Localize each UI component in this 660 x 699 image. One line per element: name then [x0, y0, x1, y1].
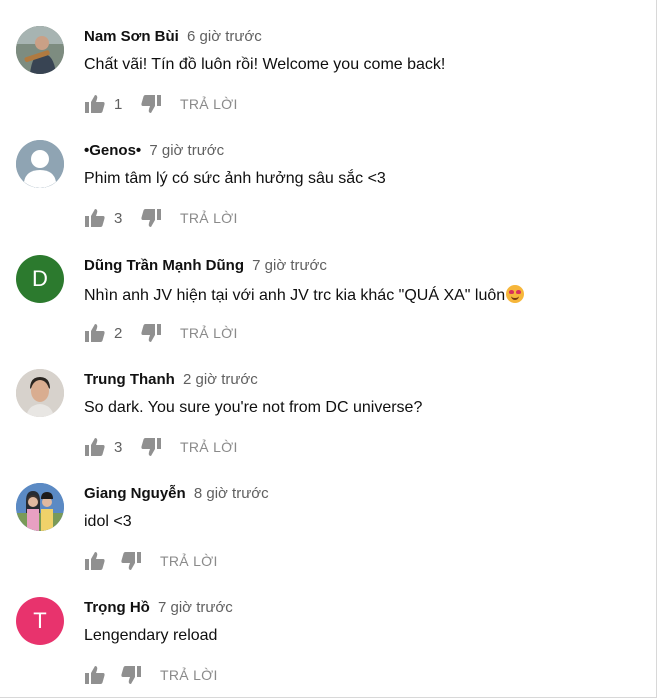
comment-item: T Trọng Hồ 7 giờ trước Lengendary reload…	[0, 597, 640, 697]
avatar-letter: T	[33, 608, 47, 633]
like-button[interactable]	[84, 93, 106, 115]
comment-actions: TRẢ LỜI	[84, 549, 218, 573]
thumbs-up-icon	[85, 438, 105, 456]
comment-text-content: Nhìn anh JV hiện tại với anh JV trc kia …	[84, 287, 506, 304]
comment-text: Nhìn anh JV hiện tại với anh JV trc kia …	[84, 285, 525, 305]
comment-item: Nam Sơn Bùi 6 giờ trước Chất vãi! Tín đồ…	[0, 26, 640, 126]
comment-header: Dũng Trần Mạnh Dũng 7 giờ trước	[84, 257, 327, 274]
comment-header: Trọng Hồ 7 giờ trước	[84, 599, 233, 616]
like-button[interactable]	[84, 664, 106, 686]
comment-text: idol <3	[84, 513, 132, 530]
thumbs-up-icon	[85, 324, 105, 342]
comment-header: Giang Nguyễn 8 giờ trước	[84, 485, 269, 502]
reply-button[interactable]: TRẢ LỜI	[180, 210, 238, 226]
thumbs-down-icon	[141, 95, 161, 113]
comment-time[interactable]: 2 giờ trước	[183, 371, 258, 388]
comment-actions: 3 TRẢ LỜI	[84, 435, 238, 459]
comment-header: Nam Sơn Bùi 6 giờ trước	[84, 28, 262, 45]
heart-eyes-emoji-icon	[506, 285, 525, 303]
like-count: 1	[114, 95, 123, 113]
comment-item: Trung Thanh 2 giờ trước So dark. You sur…	[0, 369, 640, 469]
thumbs-down-icon	[141, 324, 161, 342]
comment-text: Phim tâm lý có sức ảnh hưởng sâu sắc <3	[84, 170, 386, 187]
comment-header: •Genos• 7 giờ trước	[84, 142, 224, 159]
avatar-photo-icon	[16, 483, 64, 531]
thumbs-down-icon	[141, 209, 161, 227]
dislike-button[interactable]	[120, 664, 142, 686]
avatar[interactable]	[16, 369, 64, 417]
author-name[interactable]: Dũng Trần Mạnh Dũng	[84, 257, 244, 274]
thumbs-down-icon	[141, 438, 161, 456]
default-person-icon	[16, 140, 64, 188]
comment-actions: 2 TRẢ LỜI	[84, 321, 238, 345]
dislike-button[interactable]	[140, 207, 162, 229]
thumbs-up-icon	[85, 209, 105, 227]
like-button[interactable]	[84, 436, 106, 458]
avatar[interactable]: T	[16, 597, 64, 645]
author-name[interactable]: •Genos•	[84, 142, 141, 159]
comment-item: D Dũng Trần Mạnh Dũng 7 giờ trước Nhìn a…	[0, 255, 640, 355]
comment-time[interactable]: 7 giờ trước	[149, 142, 224, 159]
comment-item: Giang Nguyễn 8 giờ trước idol <3 TRẢ LỜI	[0, 483, 640, 583]
comment-header: Trung Thanh 2 giờ trước	[84, 371, 258, 388]
avatar-photo-icon	[16, 369, 64, 417]
thumbs-down-icon	[121, 666, 141, 684]
avatar[interactable]	[16, 140, 64, 188]
like-button[interactable]	[84, 322, 106, 344]
avatar-photo-icon	[16, 26, 64, 74]
author-name[interactable]: Trung Thanh	[84, 371, 175, 388]
author-name[interactable]: Nam Sơn Bùi	[84, 28, 179, 45]
comment-actions: 3 TRẢ LỜI	[84, 206, 238, 230]
avatar[interactable]	[16, 26, 64, 74]
reply-button[interactable]: TRẢ LỜI	[160, 667, 218, 683]
comment-text: Lengendary reload	[84, 627, 218, 644]
avatar-letter: D	[32, 266, 48, 291]
like-count: 3	[114, 438, 123, 456]
avatar[interactable]: D	[16, 255, 64, 303]
like-count: 3	[114, 209, 123, 227]
comments-panel: Nam Sơn Bùi 6 giờ trước Chất vãi! Tín đồ…	[0, 0, 657, 698]
comment-time[interactable]: 7 giờ trước	[252, 257, 327, 274]
comment-text: So dark. You sure you're not from DC uni…	[84, 399, 423, 416]
dislike-button[interactable]	[140, 93, 162, 115]
reply-button[interactable]: TRẢ LỜI	[180, 96, 238, 112]
dislike-button[interactable]	[140, 436, 162, 458]
reply-button[interactable]: TRẢ LỜI	[160, 553, 218, 569]
reply-button[interactable]: TRẢ LỜI	[180, 325, 238, 341]
like-button[interactable]	[84, 207, 106, 229]
thumbs-up-icon	[85, 552, 105, 570]
dislike-button[interactable]	[120, 550, 142, 572]
dislike-button[interactable]	[140, 322, 162, 344]
comment-actions: TRẢ LỜI	[84, 663, 218, 687]
avatar[interactable]	[16, 483, 64, 531]
thumbs-up-icon	[85, 95, 105, 113]
comment-actions: 1 TRẢ LỜI	[84, 92, 238, 116]
reply-button[interactable]: TRẢ LỜI	[180, 439, 238, 455]
comment-time[interactable]: 6 giờ trước	[187, 28, 262, 45]
author-name[interactable]: Trọng Hồ	[84, 599, 150, 616]
thumbs-down-icon	[121, 552, 141, 570]
comment-time[interactable]: 7 giờ trước	[158, 599, 233, 616]
like-button[interactable]	[84, 550, 106, 572]
comment-time[interactable]: 8 giờ trước	[194, 485, 269, 502]
comment-item: •Genos• 7 giờ trước Phim tâm lý có sức ả…	[0, 140, 640, 240]
author-name[interactable]: Giang Nguyễn	[84, 485, 186, 502]
thumbs-up-icon	[85, 666, 105, 684]
comment-text: Chất vãi! Tín đồ luôn rồi! Welcome you c…	[84, 56, 446, 73]
like-count: 2	[114, 324, 123, 342]
